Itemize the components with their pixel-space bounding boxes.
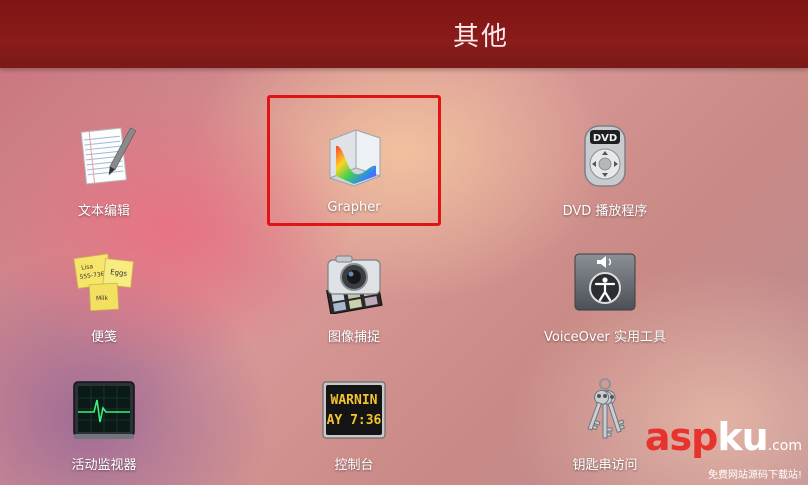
textedit-icon <box>80 127 136 185</box>
app-label: 便笺 <box>90 330 117 345</box>
app-dvd-player[interactable]: DVD DVD 播放程序 <box>505 124 705 234</box>
app-label: 文本编辑 <box>77 204 130 219</box>
app-label: 图像捕捉 <box>327 330 380 345</box>
watermark-logo: aspku.com <box>645 418 802 465</box>
app-label: DVD 播放程序 <box>562 204 648 219</box>
stickies-icon: Lisa 555-7361 Eggs Milk <box>73 253 134 312</box>
console-text-line: AY 7:36 <box>327 413 382 428</box>
voiceover-utility-icon <box>574 253 636 311</box>
dvd-badge: DVD <box>593 133 617 144</box>
app-label: 活动监视器 <box>71 458 137 473</box>
folder-header: 其他 <box>0 0 808 68</box>
sticky-note-text: Milk <box>96 295 109 303</box>
folder-title[interactable]: 其他 <box>0 16 808 53</box>
keychain-access-icon <box>587 378 625 439</box>
activity-monitor-icon <box>73 381 135 439</box>
watermark-brand-b: ku <box>717 415 768 459</box>
app-activity-monitor[interactable]: 活动监视器 <box>4 378 204 485</box>
app-console[interactable]: WARNIN AY 7:36 控制台 <box>254 378 454 485</box>
app-image-capture[interactable]: 图像捕捉 <box>254 250 454 360</box>
watermark-brand-a: asp <box>644 415 718 459</box>
app-stickies[interactable]: Lisa 555-7361 Eggs Milk 便笺 <box>4 250 204 360</box>
app-voiceover-utility[interactable]: VoiceOver 实用工具 <box>505 250 705 360</box>
console-icon: WARNIN AY 7:36 <box>322 381 386 439</box>
selected-app-highlight <box>267 95 441 226</box>
dvd-player-icon: DVD <box>584 125 626 187</box>
launchpad-folder-view: 其他 文本编辑 Grapher DVD DVD 播放程序 Lisa 555-73… <box>0 0 808 485</box>
app-label: 控制台 <box>334 458 374 473</box>
app-textedit[interactable]: 文本编辑 <box>4 124 204 234</box>
app-label: VoiceOver 实用工具 <box>544 330 666 345</box>
watermark: aspku.com 免费网站源码下载站! <box>645 418 802 481</box>
console-text-line: WARNIN <box>331 393 378 408</box>
watermark-brand-c: .com <box>767 438 802 454</box>
image-capture-icon <box>326 255 383 314</box>
watermark-slogan: 免费网站源码下载站! <box>707 470 802 481</box>
